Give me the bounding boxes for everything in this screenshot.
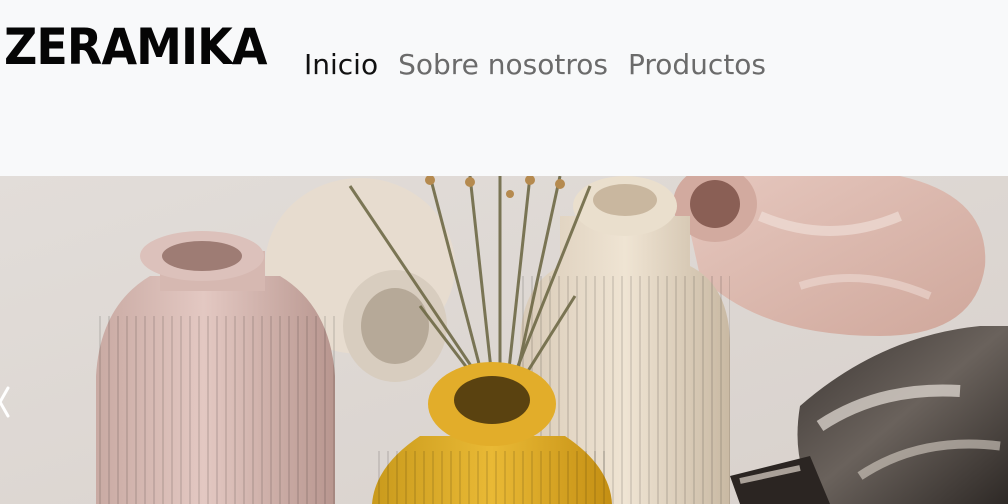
hero-image (0, 176, 1008, 504)
brand-logo[interactable]: ZERAMIKA (4, 22, 268, 72)
nav-item-sobre-nosotros[interactable]: Sobre nosotros (398, 48, 608, 82)
nav-item-productos[interactable]: Productos (628, 48, 766, 82)
main-nav: Inicio Sobre nosotros Productos (304, 48, 766, 82)
chevron-left-icon (0, 386, 10, 418)
hero-carousel (0, 176, 1008, 504)
navbar: ZERAMIKA Inicio Sobre nosotros Productos (0, 0, 1008, 176)
carousel-prev-button[interactable] (0, 382, 12, 422)
nav-item-inicio[interactable]: Inicio (304, 48, 378, 82)
